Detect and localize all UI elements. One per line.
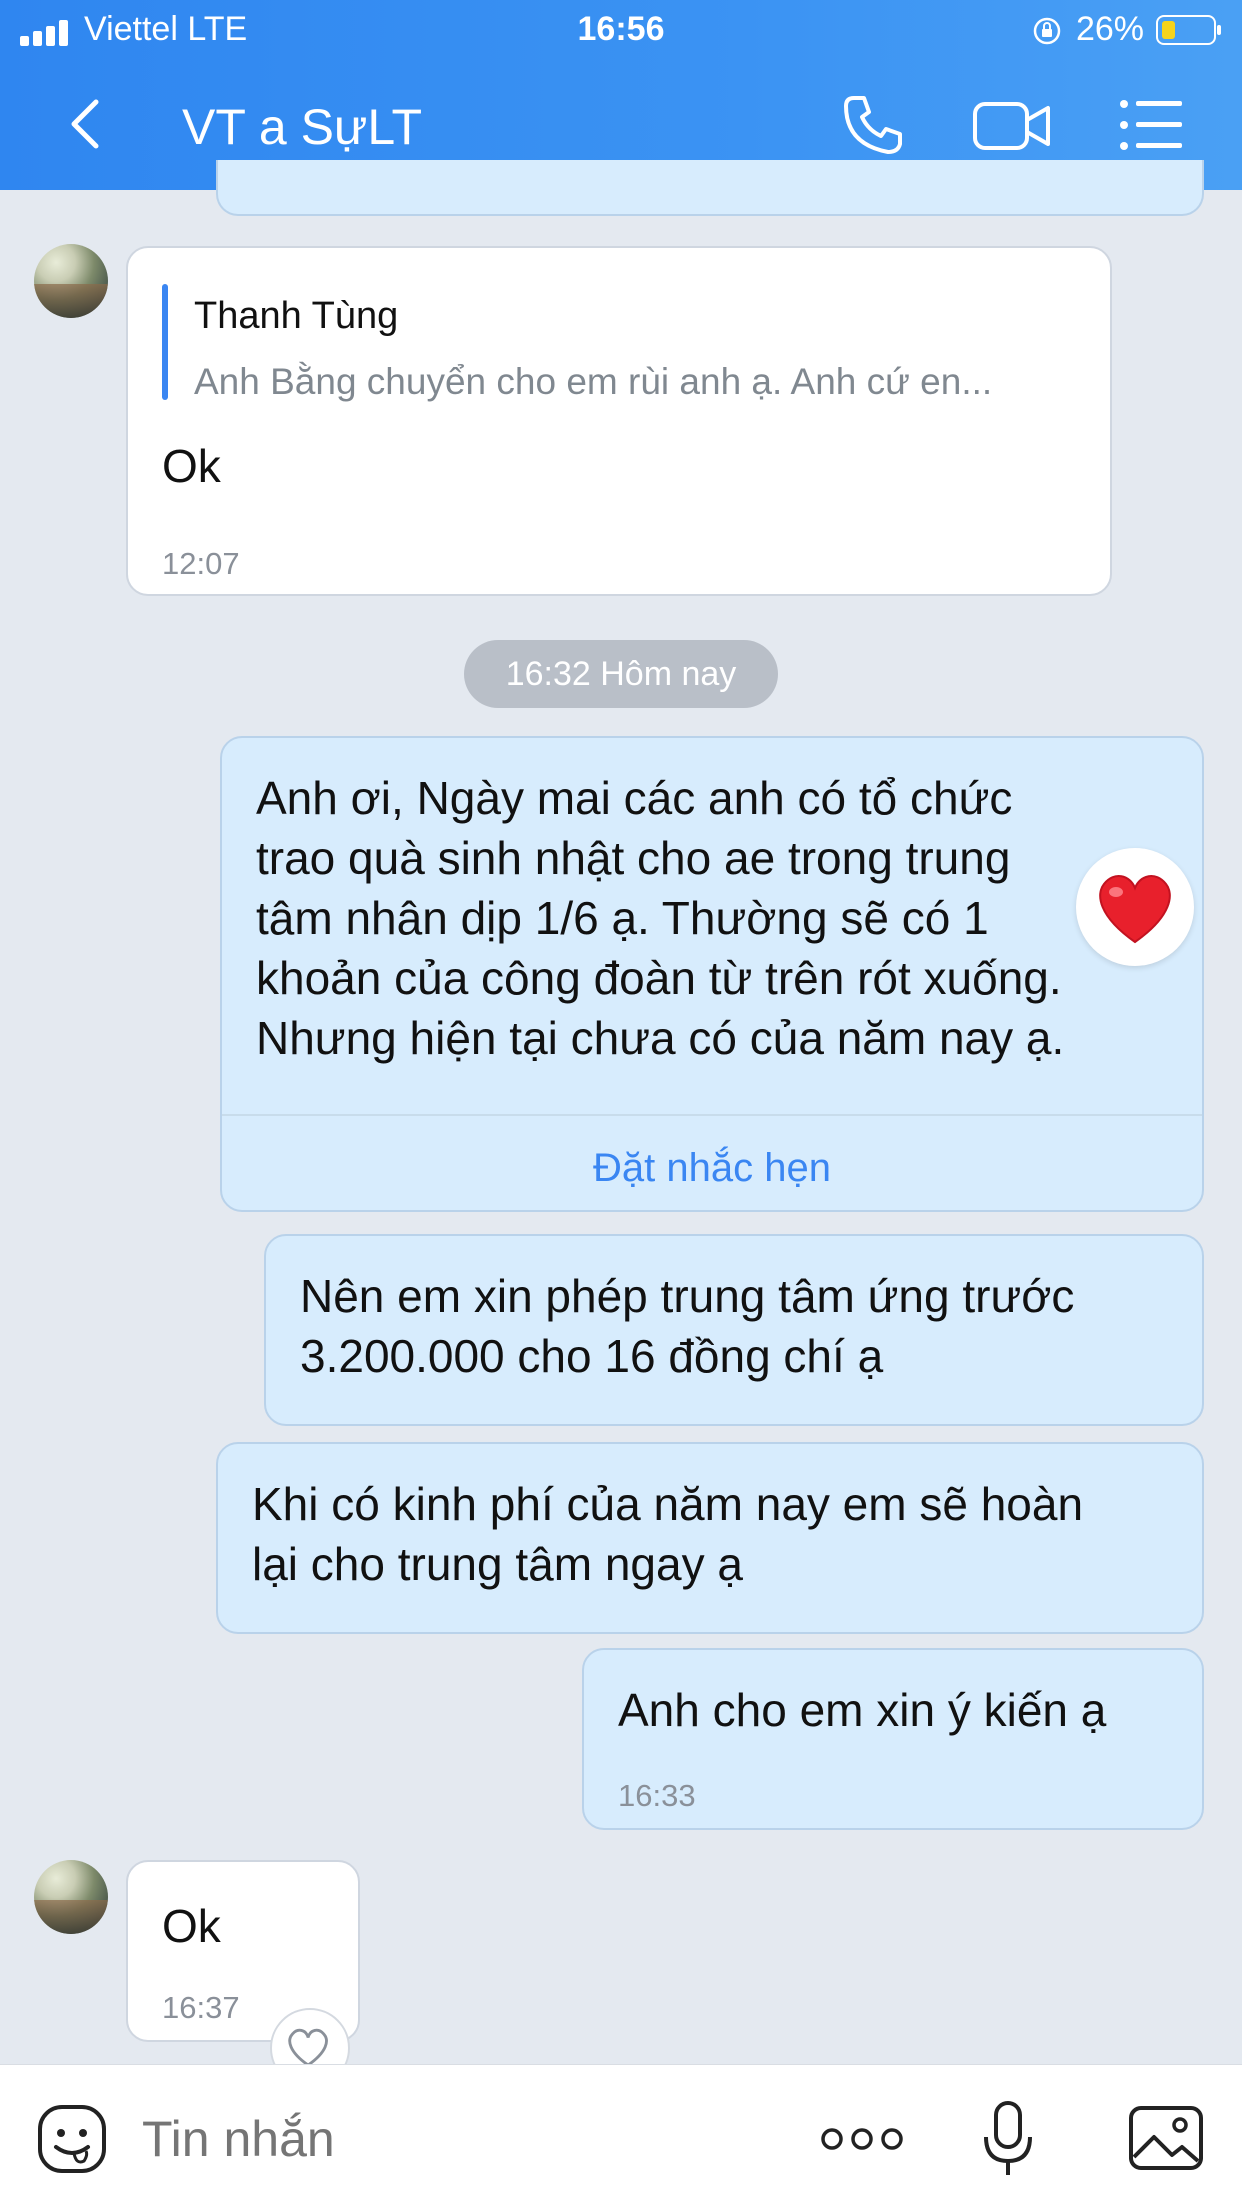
message-text: Nên em xin phép trung tâm ứng trước 3.20… <box>300 1270 1075 1382</box>
more-icon[interactable] <box>820 2119 904 2159</box>
chat-title[interactable]: VT a SựLT <box>182 98 422 156</box>
composer-bar <box>0 2064 1242 2209</box>
battery-icon <box>1156 15 1221 45</box>
action-divider <box>222 1114 1202 1116</box>
avatar[interactable] <box>34 1860 108 1934</box>
battery-percent: 26% <box>1075 10 1144 48</box>
heart-reaction-icon <box>1099 875 1171 944</box>
heart-reaction-badge[interactable] <box>1076 848 1194 966</box>
quote-bar <box>162 284 168 400</box>
message-text: Anh cho em xin ý kiến ạ <box>618 1684 1107 1736</box>
message-bubble[interactable]: Anh ơi, Ngày mai các anh có tổ chức trao… <box>220 736 1204 1212</box>
message-bubble[interactable]: Nên em xin phép trung tâm ứng trước 3.20… <box>264 1234 1204 1426</box>
message-bubble[interactable]: Anh cho em xin ý kiến ạ 16:33 <box>582 1648 1204 1830</box>
message-time: 16:37 <box>162 1990 240 2025</box>
set-reminder-button[interactable]: Đặt nhắc hẹn <box>222 1138 1202 1198</box>
lock-rotation-icon <box>1033 17 1061 45</box>
message-time: 16:33 <box>618 1778 696 1813</box>
back-icon[interactable] <box>60 94 110 154</box>
quote-sender: Thanh Tùng <box>194 295 399 337</box>
emoji-icon[interactable] <box>36 2103 108 2175</box>
message-text: Khi có kinh phí của năm nay em sẽ hoàn l… <box>252 1478 1084 1590</box>
time-divider: 16:32 Hôm nay <box>464 640 778 708</box>
message-text: Ok <box>162 1900 221 1952</box>
image-icon[interactable] <box>1128 2105 1204 2171</box>
quote-text: Anh Bằng chuyển cho em rùi anh ạ. Anh cứ… <box>194 361 993 402</box>
message-time: 12:07 <box>162 546 240 581</box>
message-bubble[interactable]: Thanh Tùng Anh Bằng chuyển cho em rùi an… <box>126 246 1112 596</box>
message-text: Ok <box>162 440 221 492</box>
avatar[interactable] <box>34 244 108 318</box>
message-bubble[interactable]: Khi có kinh phí của năm nay em sẽ hoàn l… <box>216 1442 1204 1634</box>
message-input[interactable] <box>142 2103 742 2175</box>
microphone-icon[interactable] <box>980 2099 1036 2179</box>
video-call-icon[interactable] <box>972 96 1052 156</box>
menu-icon[interactable] <box>1118 96 1184 154</box>
phone-icon[interactable] <box>840 92 906 158</box>
message-text: Anh ơi, Ngày mai các anh có tổ chức trao… <box>256 772 1065 1064</box>
status-bar: Viettel LTE 16:56 26% <box>0 0 1242 62</box>
previous-message-bubble <box>216 160 1204 216</box>
